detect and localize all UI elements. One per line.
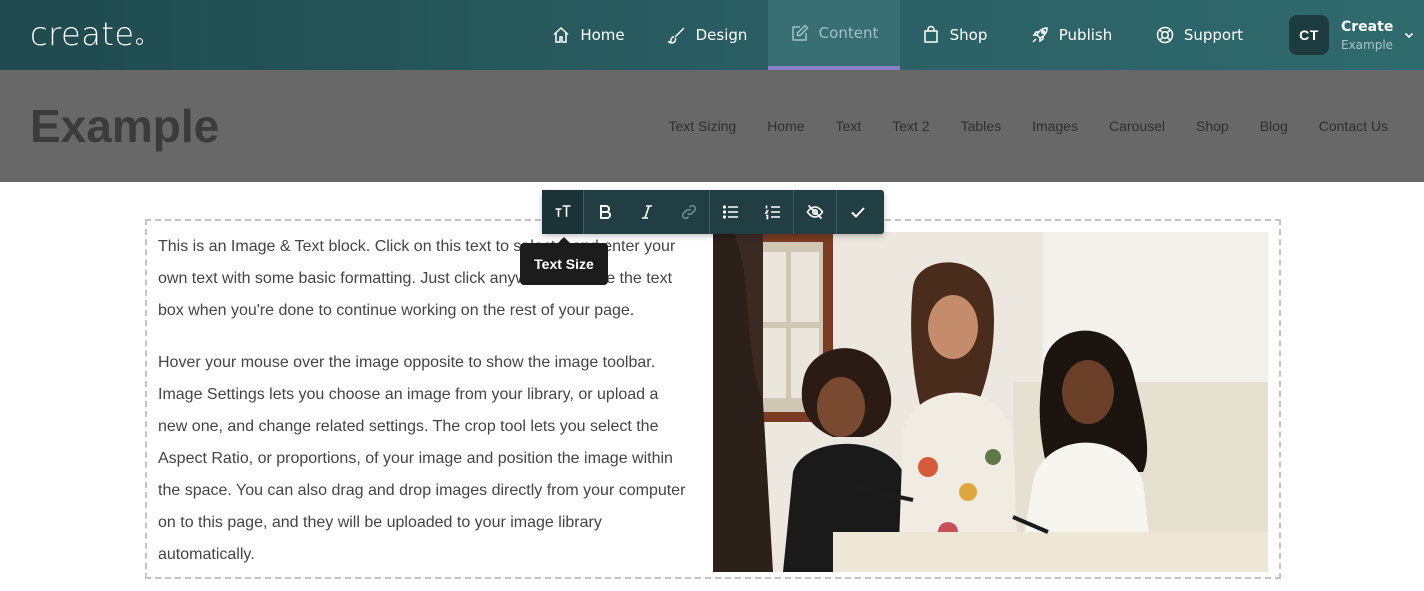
rocket-icon	[1032, 27, 1048, 43]
site-header: Example Text Sizing Home Text Text 2 Tab…	[0, 70, 1424, 182]
nav-design[interactable]: Design	[650, 0, 764, 70]
site-nav-text-2[interactable]: Text 2	[892, 117, 929, 135]
site-nav-images[interactable]: Images	[1032, 117, 1078, 135]
brush-icon	[666, 27, 685, 44]
numbered-list-icon	[763, 205, 780, 220]
check-icon	[851, 207, 865, 218]
avatar: CT	[1289, 15, 1329, 55]
home-icon	[553, 26, 569, 43]
lifebuoy-icon	[1156, 26, 1174, 44]
eye-slash-icon	[806, 204, 824, 220]
edit-icon	[791, 24, 809, 41]
account-name: Create	[1341, 18, 1394, 35]
site-nav-home[interactable]: Home	[767, 117, 804, 135]
nav-home-label: Home	[580, 26, 625, 44]
text-format-toolbar	[542, 190, 884, 234]
site-nav-text-sizing[interactable]: Text Sizing	[668, 117, 736, 135]
account-site: Example	[1341, 37, 1394, 52]
people-photo	[713, 232, 1268, 572]
bullet-list-button[interactable]	[710, 190, 752, 234]
block-paragraph[interactable]: This is an Image & Text block. Click on …	[158, 231, 692, 327]
site-title[interactable]: Example	[30, 100, 219, 152]
done-button[interactable]	[837, 190, 879, 234]
account-menu[interactable]: CT Create Example	[1289, 15, 1414, 55]
block-image[interactable]	[713, 232, 1268, 572]
bullet-list-icon	[722, 205, 738, 219]
site-nav-blog[interactable]: Blog	[1260, 117, 1288, 135]
site-nav-tables[interactable]: Tables	[961, 117, 1001, 135]
nav-design-label: Design	[695, 26, 748, 44]
nav-publish[interactable]: Publish	[1013, 0, 1129, 70]
bag-icon	[923, 25, 938, 43]
site-nav-contact-us[interactable]: Contact Us	[1319, 117, 1388, 135]
site-nav: Text Sizing Home Text Text 2 Tables Imag…	[668, 117, 1388, 135]
site-nav-text[interactable]: Text	[836, 117, 862, 135]
nav-home[interactable]: Home	[532, 0, 644, 70]
italic-icon	[642, 205, 652, 219]
italic-button[interactable]	[626, 190, 668, 234]
link-icon	[681, 204, 696, 220]
nav-content[interactable]: Content	[768, 0, 900, 70]
nav-publish-label: Publish	[1058, 26, 1113, 44]
link-button[interactable]	[668, 190, 710, 234]
block-paragraph[interactable]: Hover your mouse over the image opposite…	[158, 347, 692, 571]
site-nav-carousel[interactable]: Carousel	[1109, 117, 1165, 135]
nav-support-label: Support	[1183, 26, 1244, 44]
site-nav-shop[interactable]: Shop	[1196, 117, 1229, 135]
bold-icon	[600, 205, 611, 219]
nav-support[interactable]: Support	[1140, 0, 1258, 70]
text-size-icon	[555, 205, 570, 217]
account-text: Create Example	[1341, 20, 1393, 51]
block-text-editor[interactable]: This is an Image & Text block. Click on …	[158, 231, 692, 591]
text-size-tooltip: Text Size	[520, 237, 608, 285]
chevron-down-icon	[1404, 32, 1414, 39]
app-top-bar: create Home Design Content Shop Publish …	[0, 0, 1424, 70]
text-size-button[interactable]	[542, 190, 584, 234]
bold-button[interactable]	[584, 190, 626, 234]
nav-content-label: Content	[818, 24, 879, 42]
hide-button[interactable]	[794, 190, 837, 234]
create-logo[interactable]: create	[30, 14, 143, 54]
nav-shop-label: Shop	[949, 26, 988, 44]
nav-shop[interactable]: Shop	[905, 0, 1003, 70]
numbered-list-button[interactable]	[752, 190, 794, 234]
